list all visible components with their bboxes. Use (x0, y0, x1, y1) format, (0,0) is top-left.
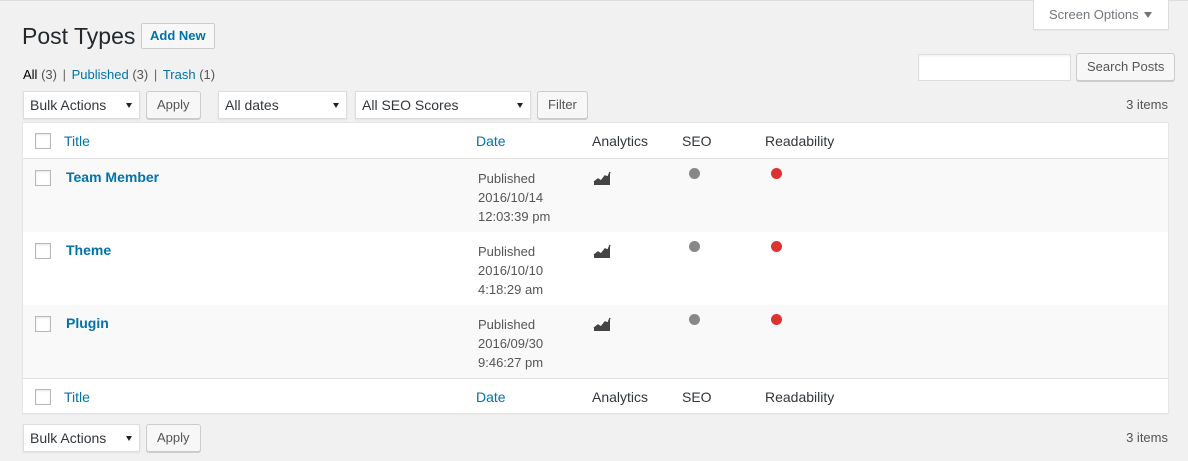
select-all-checkbox[interactable] (35, 133, 51, 149)
chevron-down-icon (126, 436, 132, 441)
view-all-link[interactable]: All (3) (23, 67, 57, 82)
bulk-actions-value: Bulk Actions (30, 430, 107, 446)
post-date-value: 2016/10/14 (478, 190, 544, 205)
seo-column-footer: SEO (682, 389, 712, 405)
screen-options-label: Screen Options (1049, 7, 1139, 22)
seo-score-dot (689, 314, 700, 325)
view-trash-link[interactable]: Trash (1) (163, 67, 215, 82)
view-separator: | (58, 67, 70, 82)
apply-button[interactable]: Apply (146, 91, 201, 119)
post-title-link[interactable]: Plugin (66, 315, 109, 331)
view-separator: | (150, 67, 161, 82)
caret-down-icon (1144, 12, 1152, 18)
table-row: Plugin Published 2016/09/30 9:46:27 pm (23, 305, 1168, 378)
post-time-value: 4:18:29 am (478, 282, 544, 297)
view-published-label: Published (71, 67, 129, 82)
post-date: Published 2016/10/10 4:18:29 am (478, 242, 543, 299)
view-filters: All (3) | Published (3) | Trash (1) (23, 66, 215, 84)
title-column-header[interactable]: Title (64, 133, 90, 149)
dates-value: All dates (225, 97, 279, 113)
chevron-down-icon (517, 103, 523, 108)
table-header: Title Date Analytics SEO Readability (23, 123, 1168, 159)
dates-select[interactable]: All dates (218, 91, 347, 119)
items-count-bottom: 3 items (1126, 430, 1168, 445)
post-status: Published (478, 317, 536, 332)
select-all-checkbox[interactable] (35, 389, 51, 405)
items-count: 3 items (1126, 97, 1168, 112)
analytics-chart-icon[interactable] (593, 171, 611, 186)
post-title-link[interactable]: Team Member (66, 169, 159, 185)
view-published-count: (3) (132, 67, 149, 82)
search-posts-button[interactable]: Search Posts (1076, 53, 1176, 81)
table-row: Team Member Published 2016/10/14 12:03:3… (23, 159, 1168, 232)
analytics-chart-icon[interactable] (593, 317, 611, 332)
view-trash-label: Trash (162, 67, 196, 82)
post-status: Published (478, 244, 536, 259)
search-input[interactable] (918, 54, 1071, 81)
view-all-count: (3) (41, 67, 57, 82)
table-footer: Title Date Analytics SEO Readability (23, 378, 1168, 414)
apply-button-bottom[interactable]: Apply (146, 424, 201, 452)
screen-options-toggle[interactable]: Screen Options (1033, 0, 1169, 30)
seo-scores-value: All SEO Scores (362, 97, 459, 113)
post-date: Published 2016/09/30 9:46:27 pm (478, 315, 543, 372)
post-date-value: 2016/09/30 (478, 336, 544, 351)
readability-score-dot (771, 168, 782, 179)
readability-column-footer: Readability (765, 389, 835, 405)
bulk-actions-select-bottom[interactable]: Bulk Actions (23, 424, 140, 452)
date-column-footer[interactable]: Date (476, 389, 506, 405)
page-title: Post Types (22, 23, 136, 49)
row-checkbox[interactable] (35, 170, 51, 186)
chevron-down-icon (333, 103, 339, 108)
post-date-value: 2016/10/10 (478, 263, 544, 278)
readability-score-dot (771, 241, 782, 252)
bulk-actions-value: Bulk Actions (30, 97, 107, 113)
analytics-chart-icon[interactable] (593, 244, 611, 259)
seo-scores-select[interactable]: All SEO Scores (355, 91, 531, 119)
seo-score-dot (689, 241, 700, 252)
post-time-value: 9:46:27 pm (478, 355, 544, 370)
post-date: Published 2016/10/14 12:03:39 pm (478, 169, 550, 226)
post-time-value: 12:03:39 pm (478, 209, 551, 224)
readability-column-header: Readability (765, 133, 835, 149)
analytics-column-header: Analytics (592, 133, 649, 149)
post-title-link[interactable]: Theme (66, 242, 111, 258)
readability-score-dot (771, 314, 782, 325)
analytics-column-footer: Analytics (592, 389, 649, 405)
seo-column-header: SEO (682, 133, 712, 149)
add-new-button[interactable]: Add New (141, 23, 215, 49)
view-trash-count: (1) (199, 67, 216, 82)
date-column-header[interactable]: Date (476, 133, 506, 149)
bulk-actions-select[interactable]: Bulk Actions (23, 91, 140, 119)
title-column-footer[interactable]: Title (64, 389, 90, 405)
view-all-label: All (23, 67, 38, 82)
filter-button[interactable]: Filter (537, 91, 588, 119)
top-border (0, 0, 1188, 1)
post-status: Published (478, 171, 536, 186)
posts-table: Title Date Analytics SEO Readability Tea… (22, 122, 1169, 414)
row-checkbox[interactable] (35, 316, 51, 332)
row-checkbox[interactable] (35, 243, 51, 259)
table-row: Theme Published 2016/10/10 4:18:29 am (23, 232, 1168, 305)
chevron-down-icon (126, 103, 132, 108)
seo-score-dot (689, 168, 700, 179)
view-published-link[interactable]: Published (3) (72, 67, 149, 82)
